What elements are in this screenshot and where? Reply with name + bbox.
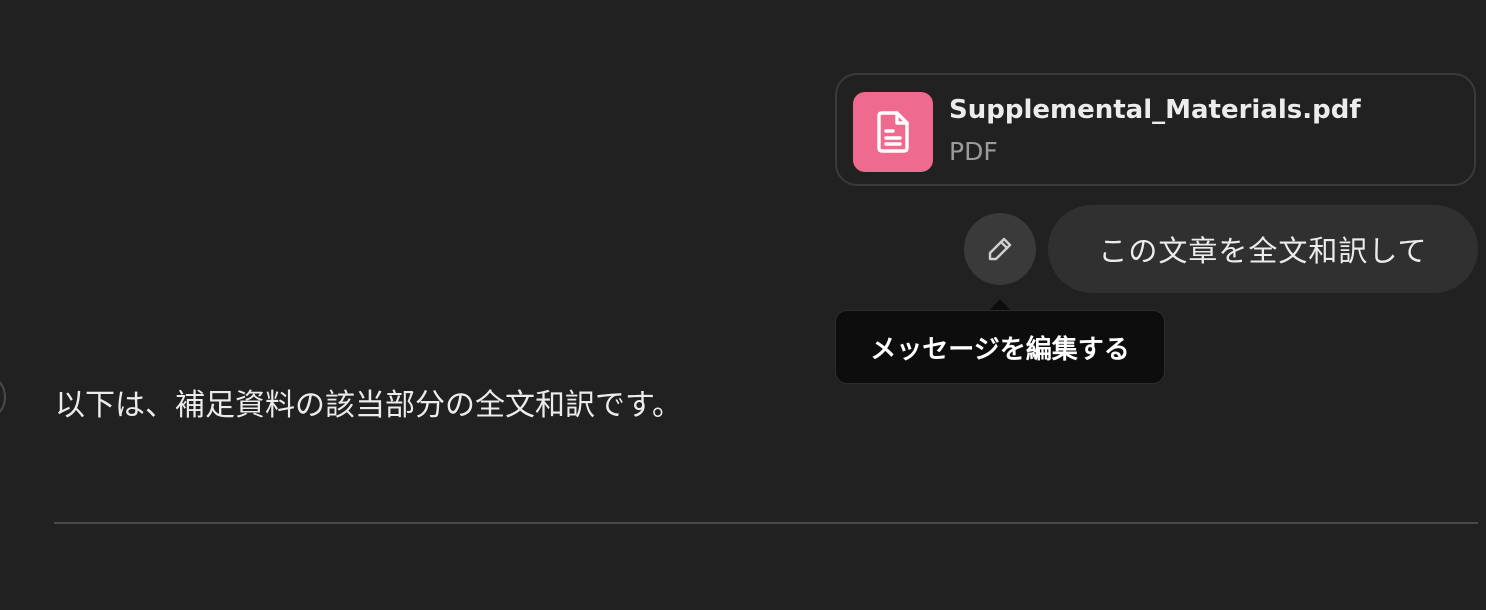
pencil-icon	[988, 237, 1012, 261]
file-name: Supplemental_Materials.pdf	[949, 95, 1361, 125]
divider	[54, 522, 1478, 524]
file-attachment-card[interactable]: Supplemental_Materials.pdf PDF	[835, 73, 1476, 186]
edit-message-button[interactable]	[964, 213, 1036, 285]
user-message-bubble: この文章を全文和訳して	[1048, 205, 1478, 293]
assistant-message-text: 以下は、補足資料の該当部分の全文和訳です。	[55, 388, 682, 423]
assistant-avatar	[0, 372, 6, 422]
file-type-label: PDF	[949, 137, 998, 166]
chat-page: Supplemental_Materials.pdf PDF この文章を全文和訳…	[0, 0, 1486, 610]
edit-tooltip: メッセージを編集する	[835, 310, 1165, 384]
document-icon	[853, 92, 933, 172]
